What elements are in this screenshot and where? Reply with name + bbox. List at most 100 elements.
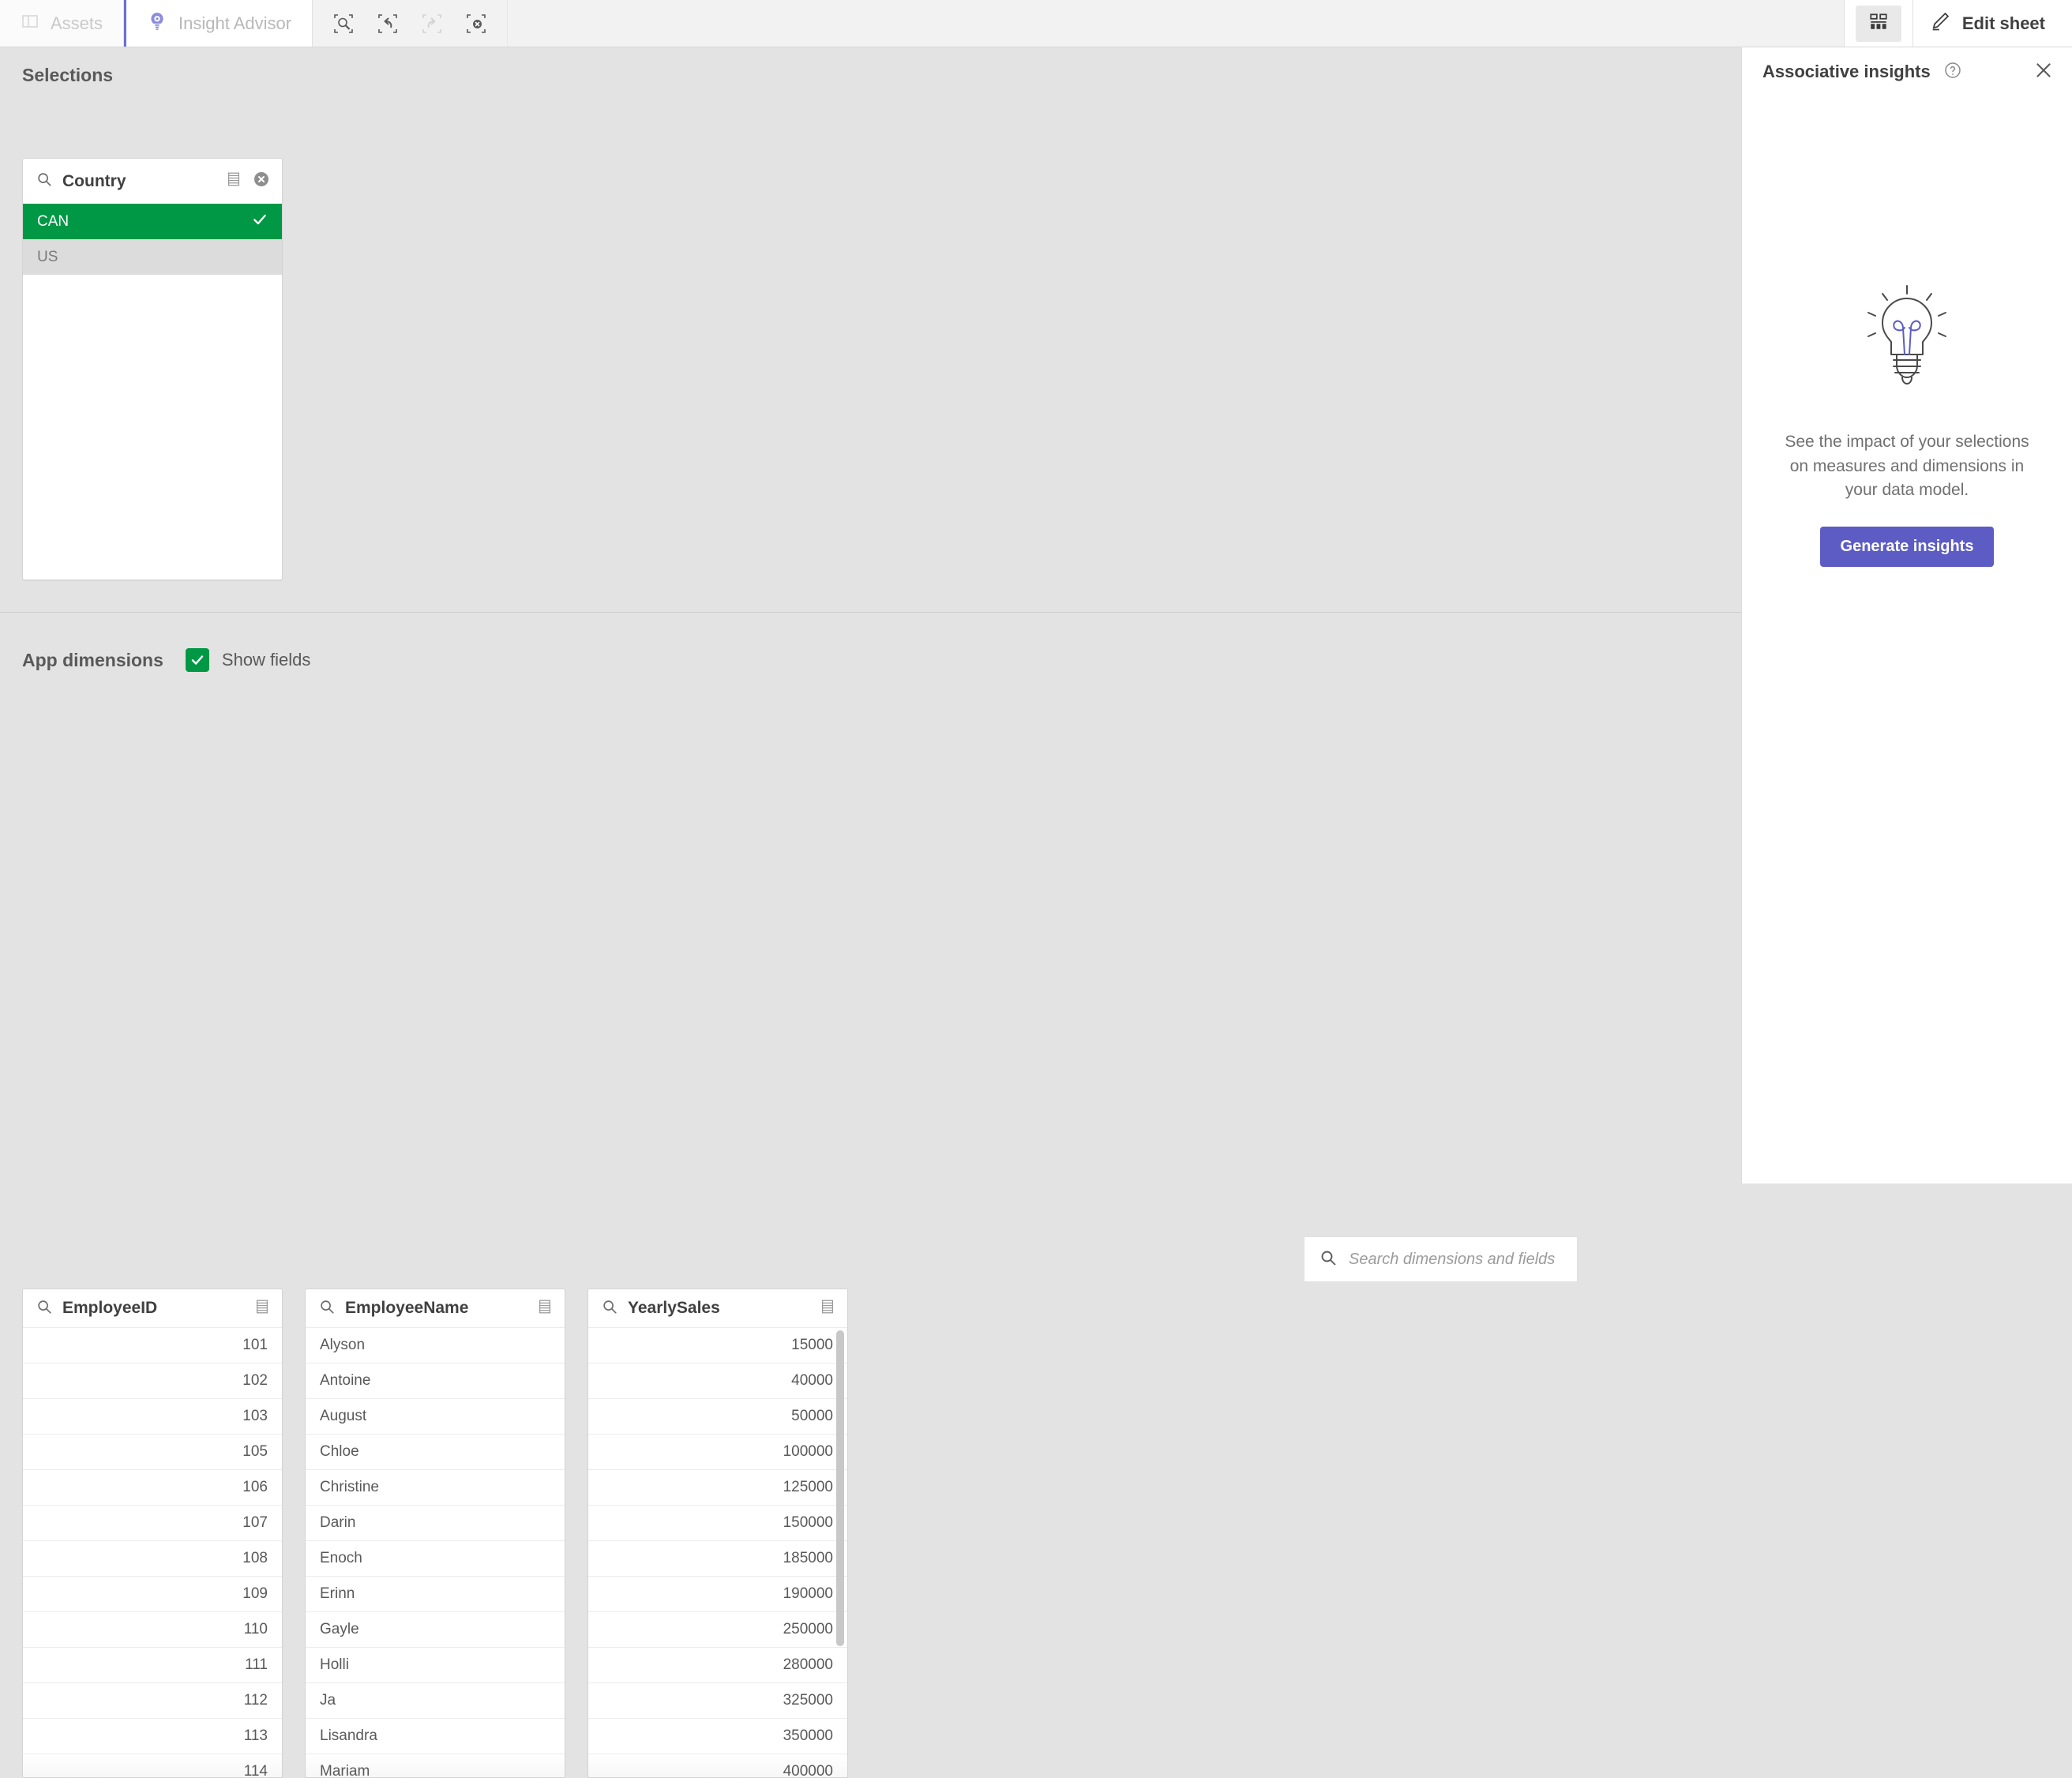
- clear-field-icon[interactable]: [252, 170, 271, 193]
- list-item[interactable]: 250000: [588, 1611, 847, 1647]
- tab-insight-advisor-label: Insight Advisor: [178, 13, 292, 33]
- edit-sheet-button[interactable]: Edit sheet: [1912, 0, 2072, 47]
- list-item-label: Holli: [320, 1656, 349, 1673]
- list-item[interactable]: 280000: [588, 1647, 847, 1682]
- list-item[interactable]: Gayle: [306, 1611, 565, 1647]
- top-toolbar: Assets Insight Advisor Edit sheet: [0, 0, 2072, 47]
- search-icon[interactable]: [36, 1298, 53, 1319]
- list-item-label: 114: [243, 1763, 268, 1778]
- listbox-icon[interactable]: [819, 1298, 836, 1319]
- list-item[interactable]: Darin: [306, 1505, 565, 1540]
- app-dimensions-pane: App dimensions Show fields EmployeeID 10…: [0, 613, 1741, 1778]
- search-icon[interactable]: [36, 171, 53, 192]
- listbox-yearlysales-values: 15000 40000 50000 100000 125000 150000 1…: [588, 1327, 847, 1777]
- list-item[interactable]: 15000: [588, 1327, 847, 1363]
- scrollbar-thumb[interactable]: [836, 1330, 844, 1646]
- list-item[interactable]: 125000: [588, 1469, 847, 1505]
- list-item[interactable]: 100000: [588, 1434, 847, 1469]
- list-item-label: Erinn: [320, 1585, 355, 1602]
- list-item[interactable]: 109: [23, 1576, 282, 1611]
- listbox-country-title: Country: [62, 171, 126, 190]
- list-item-label: 102: [242, 1372, 268, 1389]
- listbox-employeeid-header[interactable]: EmployeeID: [23, 1289, 282, 1327]
- listbox-icon[interactable]: [225, 171, 242, 192]
- step-forward-button[interactable]: [414, 6, 450, 42]
- selections-tool-button[interactable]: [1855, 5, 1901, 42]
- generate-insights-button[interactable]: Generate insights: [1819, 526, 1995, 567]
- show-fields-checkbox[interactable]: [185, 648, 209, 672]
- listbox-yearlysales[interactable]: YearlySales 15000 40000 50000 100000 125…: [587, 1288, 848, 1778]
- list-item[interactable]: 101: [23, 1327, 282, 1363]
- list-item-label: 280000: [783, 1656, 833, 1673]
- list-item[interactable]: 190000: [588, 1576, 847, 1611]
- close-icon[interactable]: [2033, 59, 2055, 85]
- list-item[interactable]: 50000: [588, 1398, 847, 1434]
- list-item[interactable]: US: [23, 239, 282, 275]
- listbox-employeename-header[interactable]: EmployeeName: [306, 1289, 565, 1327]
- edit-sheet-label: Edit sheet: [1961, 13, 2045, 33]
- list-item[interactable]: Antoine: [306, 1363, 565, 1398]
- list-item-label: August: [320, 1408, 367, 1424]
- list-item-label: 103: [242, 1408, 268, 1424]
- list-item[interactable]: 107: [23, 1505, 282, 1540]
- list-item-label: 105: [242, 1443, 268, 1460]
- list-item[interactable]: Christine: [306, 1469, 565, 1505]
- listbox-country[interactable]: Country CAN US: [22, 158, 283, 580]
- list-item[interactable]: 108: [23, 1540, 282, 1576]
- list-item[interactable]: 110: [23, 1611, 282, 1647]
- listbox-country-header[interactable]: Country: [23, 159, 282, 204]
- list-item-label: 15000: [791, 1337, 833, 1353]
- list-item-label: 350000: [783, 1727, 833, 1744]
- tab-assets[interactable]: Assets: [0, 0, 125, 47]
- list-item[interactable]: Chloe: [306, 1434, 565, 1469]
- list-item[interactable]: Enoch: [306, 1540, 565, 1576]
- list-item[interactable]: 111: [23, 1647, 282, 1682]
- list-item[interactable]: 106: [23, 1469, 282, 1505]
- search-input[interactable]: [1349, 1250, 1563, 1269]
- listbox-employeename[interactable]: EmployeeName Alyson Antoine August Chloe: [305, 1288, 565, 1778]
- clear-selections-button[interactable]: [458, 6, 494, 42]
- list-item[interactable]: Holli: [306, 1647, 565, 1682]
- list-item[interactable]: Ja: [306, 1682, 565, 1718]
- list-item-label: 50000: [791, 1408, 833, 1424]
- list-item[interactable]: 325000: [588, 1682, 847, 1718]
- list-item[interactable]: 102: [23, 1363, 282, 1398]
- list-item-label: Antoine: [320, 1372, 371, 1389]
- list-item-label: CAN: [37, 213, 69, 230]
- help-circle-icon[interactable]: [1943, 61, 1962, 84]
- list-item-label: 113: [243, 1727, 268, 1744]
- dimension-search[interactable]: [1304, 1236, 1578, 1282]
- listbox-employeeid-values: 101 102 103 105 106 107 108 109 110 111 …: [23, 1327, 282, 1778]
- list-item[interactable]: 113: [23, 1718, 282, 1754]
- list-item[interactable]: Mariam: [306, 1754, 565, 1777]
- list-item[interactable]: 400000: [588, 1754, 847, 1777]
- list-item[interactable]: 40000: [588, 1363, 847, 1398]
- step-back-button[interactable]: [370, 6, 406, 42]
- tab-insight-advisor[interactable]: Insight Advisor: [124, 0, 313, 47]
- list-item[interactable]: 114: [23, 1754, 282, 1778]
- list-item[interactable]: 150000: [588, 1505, 847, 1540]
- search-icon: [1319, 1248, 1338, 1271]
- list-item[interactable]: 105: [23, 1434, 282, 1469]
- show-fields-toggle[interactable]: Show fields: [185, 648, 310, 672]
- vertical-scrollbar[interactable]: [836, 1330, 844, 1646]
- list-item-label: 40000: [791, 1372, 833, 1389]
- list-item[interactable]: Erinn: [306, 1576, 565, 1611]
- selection-search-button[interactable]: [325, 6, 362, 42]
- listbox-employeeid[interactable]: EmployeeID 101 102 103 105 106 107 108 1…: [22, 1288, 283, 1778]
- listbox-icon[interactable]: [536, 1298, 554, 1319]
- list-item[interactable]: 103: [23, 1398, 282, 1434]
- list-item[interactable]: Lisandra: [306, 1718, 565, 1754]
- list-item[interactable]: Alyson: [306, 1327, 565, 1363]
- search-icon[interactable]: [318, 1298, 336, 1319]
- list-item[interactable]: 185000: [588, 1540, 847, 1576]
- selections-title: Selections: [22, 65, 114, 85]
- listbox-yearlysales-header[interactable]: YearlySales: [588, 1289, 847, 1327]
- list-item[interactable]: CAN: [23, 204, 282, 239]
- list-item[interactable]: August: [306, 1398, 565, 1434]
- listbox-icon[interactable]: [253, 1298, 271, 1319]
- search-icon[interactable]: [601, 1298, 618, 1319]
- lightbulb-illustration: [1848, 278, 1966, 400]
- list-item[interactable]: 350000: [588, 1718, 847, 1754]
- list-item[interactable]: 112: [23, 1682, 282, 1718]
